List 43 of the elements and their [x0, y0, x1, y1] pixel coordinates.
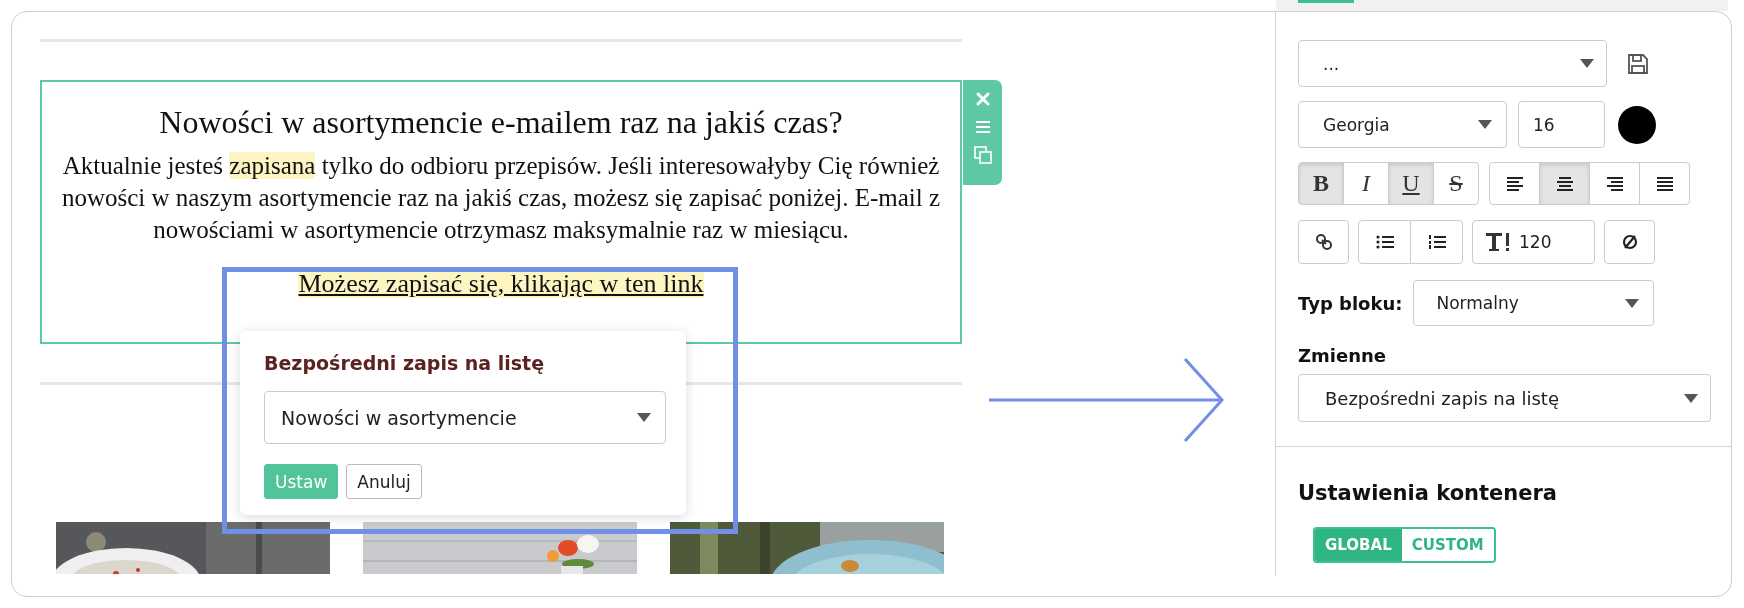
- align-justify-icon: [1655, 174, 1674, 193]
- block-type-label: Typ bloku:: [1298, 292, 1403, 314]
- align-left-icon: [1505, 174, 1524, 193]
- numbered-list-button[interactable]: [1410, 220, 1463, 264]
- strikethrough-button[interactable]: S: [1433, 162, 1479, 205]
- clear-format-button[interactable]: [1604, 220, 1655, 264]
- align-center-icon: [1555, 174, 1574, 193]
- caret-icon: [1580, 59, 1594, 68]
- font-select[interactable]: Georgia: [1298, 101, 1507, 148]
- caret-icon: [1684, 393, 1698, 403]
- block-paragraph: Aktualnie jesteś zapisana tylko do odbioru przepisów. Jeśli interesowałyby Cię również nowości w naszym asortymencie raz na jakiś czas, możesz się zapisać poniżej. E-mail z nowościami w asortymencie otrzymasz maksymalnie raz w miesiącu.: [60, 151, 942, 245]
- caret-icon: [637, 413, 651, 422]
- bullet-list-button[interactable]: [1358, 220, 1411, 264]
- bullet-list-icon: [1375, 233, 1394, 251]
- numbered-list-icon: [1427, 233, 1446, 251]
- save-icon[interactable]: [1627, 52, 1649, 75]
- underline-button[interactable]: U: [1388, 162, 1434, 205]
- section-title: Ustawienia kontenera: [1298, 481, 1558, 505]
- align-right-icon: [1605, 174, 1624, 193]
- color-swatch[interactable]: [1618, 105, 1656, 144]
- italic-button[interactable]: I: [1343, 162, 1389, 205]
- variables-label: Zmienne: [1298, 345, 1388, 366]
- block-type-select[interactable]: Normalny: [1413, 280, 1655, 326]
- caret-icon: [1625, 298, 1640, 308]
- line-height-field[interactable]: 120: [1472, 220, 1595, 264]
- bold-button[interactable]: B: [1298, 162, 1344, 205]
- clear-format-icon: [1620, 233, 1639, 251]
- align-right-button[interactable]: [1589, 162, 1640, 205]
- align-center-button[interactable]: [1539, 162, 1590, 205]
- font-size-field[interactable]: 16: [1518, 101, 1605, 148]
- style-select[interactable]: ...: [1298, 40, 1607, 87]
- link-button[interactable]: [1298, 220, 1349, 264]
- caret-icon: [1478, 120, 1492, 129]
- block-heading: Nowości w asortymencie e-mailem raz na jakiś czas?: [158, 103, 844, 142]
- align-left-button[interactable]: [1489, 162, 1540, 205]
- link-icon: [1314, 233, 1333, 251]
- list-select[interactable]: Nowości w asortymencie: [264, 391, 666, 444]
- arrow-icon: [989, 358, 1225, 442]
- tab-indicator: [1298, 0, 1354, 3]
- align-justify-button[interactable]: [1639, 162, 1690, 205]
- popup-title: Bezpośredni zapis na listę: [264, 351, 546, 375]
- variables-select[interactable]: Bezpośredni zapis na listę: [1298, 374, 1711, 422]
- cancel-button[interactable]: Anuluj: [346, 464, 422, 499]
